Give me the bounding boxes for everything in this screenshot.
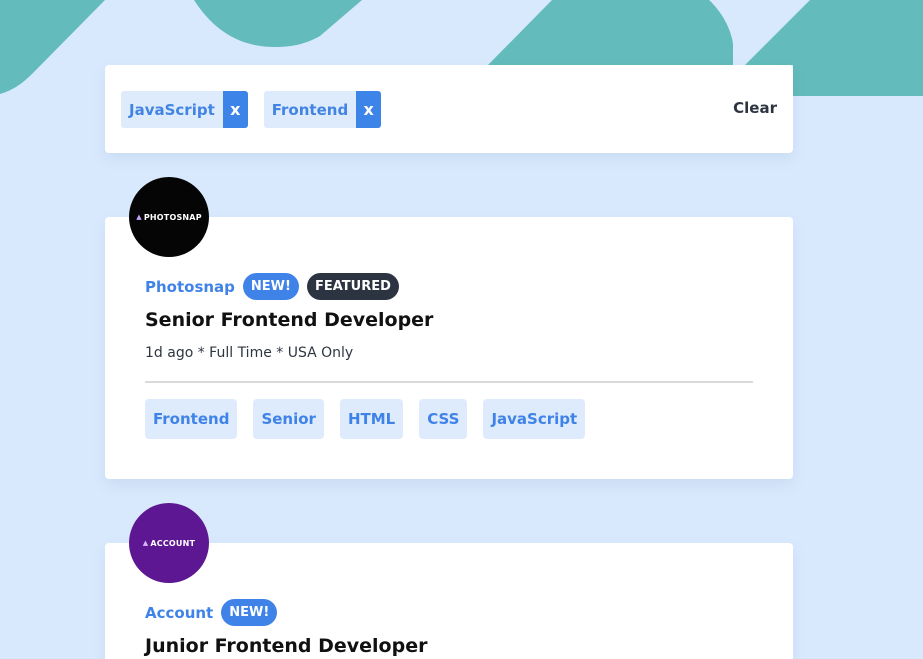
triangle-icon: ▲ [136, 213, 142, 221]
filter-chip-label: JavaScript [129, 100, 215, 119]
tag-html[interactable]: HTML [339, 399, 404, 439]
logo-wordmark: PHOTOSNAP [143, 212, 202, 222]
logo-wordmark: ACCOUNT [150, 538, 196, 548]
remove-filter-button[interactable]: x [222, 91, 248, 128]
job-title: Junior Frontend Developer [145, 635, 428, 657]
job-card: ▲ PHOTOSNAP Photosnap NEW! FEATURED Seni… [105, 177, 793, 479]
tag-javascript[interactable]: JavaScript [483, 399, 586, 439]
new-badge: NEW! [242, 273, 299, 300]
tag-css[interactable]: CSS [419, 399, 468, 439]
tag-frontend[interactable]: Frontend [145, 399, 238, 439]
featured-badge: FEATURED [306, 273, 399, 300]
card-divider [145, 381, 753, 383]
active-filter-list: JavaScript x Frontend x [121, 91, 382, 128]
clear-filters-button[interactable]: Clear [733, 99, 777, 117]
company-row: Account NEW! [145, 599, 278, 626]
job-tags: Frontend Senior HTML CSS JavaScript [145, 399, 586, 439]
company-name: Account [145, 603, 214, 622]
job-title: Senior Frontend Developer [145, 309, 434, 331]
company-row: Photosnap NEW! FEATURED [145, 273, 399, 300]
filter-chip-javascript: JavaScript x [121, 91, 248, 128]
filter-chip-label: Frontend [271, 100, 349, 119]
job-meta: 1d ago * Full Time * USA Only [145, 345, 354, 361]
job-card-content: ▲ ACCOUNT Account NEW! Junior Frontend D… [105, 503, 793, 659]
company-name: Photosnap [145, 277, 235, 296]
new-badge: NEW! [221, 599, 278, 626]
triangle-icon: ▲ [142, 539, 149, 547]
remove-filter-button[interactable]: x [356, 91, 382, 128]
tag-senior[interactable]: Senior [253, 399, 324, 439]
company-logo: ▲ PHOTOSNAP [129, 177, 209, 257]
filter-bar: JavaScript x Frontend x Clear [105, 65, 793, 153]
filter-chip-frontend: Frontend x [263, 91, 382, 128]
company-logo: ▲ ACCOUNT [129, 503, 209, 583]
job-card: ▲ ACCOUNT Account NEW! Junior Frontend D… [105, 503, 793, 659]
